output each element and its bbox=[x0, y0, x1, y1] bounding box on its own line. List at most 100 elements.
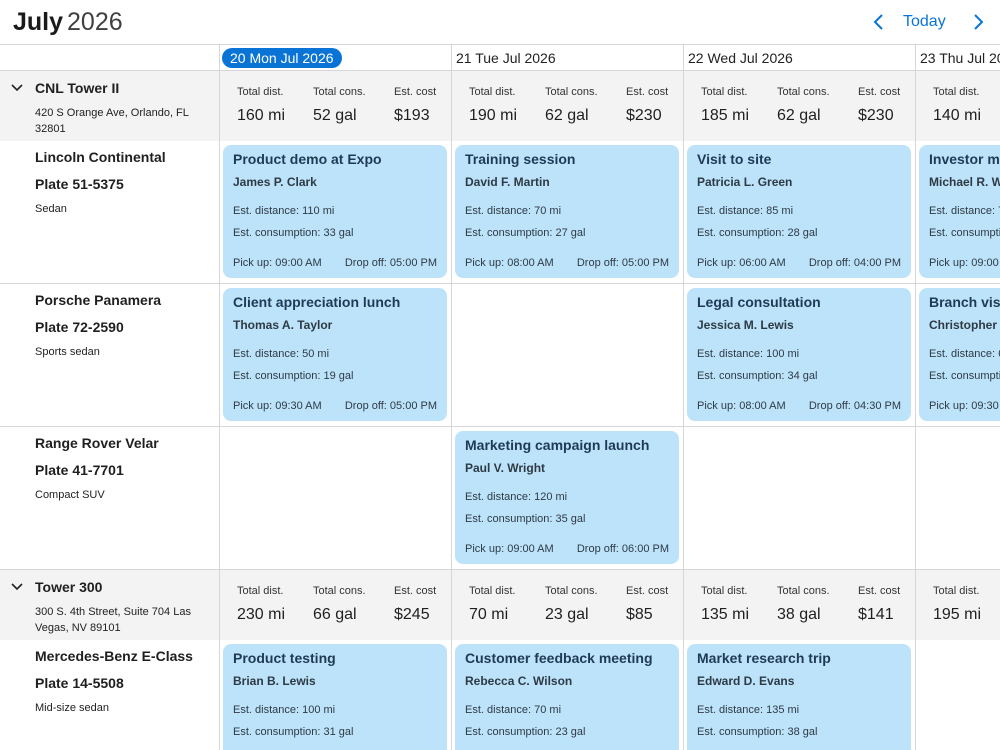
trip-card[interactable]: Market research trip Edward D. Evans Est. … bbox=[687, 644, 911, 750]
trip-distance-value: 70 mi bbox=[534, 205, 562, 217]
trip-consumption: Est. consumption: 27 gal bbox=[465, 227, 585, 239]
trip-title: Client appreciation lunch bbox=[233, 294, 401, 310]
trip-consumption-label: Est. consumption: bbox=[697, 726, 785, 738]
total-dist-value: 70 mi bbox=[469, 606, 509, 623]
trip-dropoff-value: 06:00 PM bbox=[621, 543, 669, 555]
month-label: July bbox=[13, 8, 64, 36]
trip-distance-label: Est. distance: bbox=[697, 205, 764, 217]
trip-distance: Est. distance: 70 mi bbox=[465, 704, 561, 716]
trip-dropoff-value: 05:00 PM bbox=[621, 257, 669, 269]
total-dist-value: 195 mi bbox=[933, 606, 982, 623]
trip-title: Legal consultation bbox=[697, 294, 821, 310]
total-dist-value: 230 mi bbox=[237, 606, 286, 623]
trip-card[interactable]: Training session David F. Martin Est. dist… bbox=[455, 145, 679, 278]
column-divider bbox=[683, 71, 684, 141]
trip-distance-value: 110 mi bbox=[302, 205, 335, 217]
total-cost-value: $230 bbox=[626, 107, 662, 124]
trip-card[interactable]: Legal consultation Jessica M. Lewis Est. d… bbox=[687, 288, 911, 421]
trip-consumption: Est. consumption: 28 gal bbox=[697, 227, 817, 239]
trip-pickup: Pick up: 09:30 AM bbox=[929, 400, 1000, 412]
trip-consumption-label: Est. consumption: bbox=[465, 726, 553, 738]
trip-pickup-label: Pick up: bbox=[233, 400, 273, 412]
total-cost-value: $141 bbox=[858, 606, 894, 623]
trip-driver: Edward D. Evans bbox=[697, 674, 795, 688]
total-cost-value: $230 bbox=[858, 107, 894, 124]
column-divider bbox=[915, 71, 916, 141]
trip-pickup-value: 08:00 AM bbox=[507, 257, 554, 269]
trip-title: Investor meeting bbox=[929, 151, 1000, 167]
trip-pickup: Pick up: 08:00 AM bbox=[465, 257, 554, 269]
trip-pickup-value: 09:00 AM bbox=[275, 257, 322, 269]
trip-pickup-value: 06:00 AM bbox=[739, 257, 786, 269]
chevron-down-icon[interactable] bbox=[10, 580, 24, 594]
trip-distance-value: 135 mi bbox=[766, 704, 800, 716]
trip-title: Product testing bbox=[233, 650, 336, 666]
day-header[interactable]: 21 Tue Jul 2026 bbox=[456, 44, 688, 70]
trip-dropoff-label: Drop off: bbox=[576, 543, 619, 555]
today-button[interactable]: Today bbox=[903, 13, 946, 31]
trip-card[interactable]: Product testing Brian B. Lewis Est. distan… bbox=[223, 644, 447, 750]
trip-pickup-label: Pick up: bbox=[697, 257, 737, 269]
calendar-toolbar: July 2026 Today bbox=[0, 0, 1000, 45]
day-header[interactable]: 23 Thu Jul 2026 bbox=[920, 44, 1000, 70]
trip-consumption: Est. consumption: 34 gal bbox=[697, 370, 817, 382]
column-divider bbox=[219, 71, 220, 141]
chevron-right-icon[interactable] bbox=[967, 11, 989, 33]
day-header[interactable]: 20 Mon Jul 2026 bbox=[222, 44, 454, 70]
total-cons-label: Total cons. bbox=[777, 86, 830, 98]
trip-consumption-label: Est. consumption: bbox=[929, 370, 1000, 382]
total-cons-value: 23 gal bbox=[545, 606, 589, 623]
chevron-left-icon[interactable] bbox=[868, 11, 890, 33]
column-divider bbox=[219, 570, 220, 640]
trip-consumption: Est. consumption: 33 gal bbox=[233, 227, 353, 239]
trip-consumption-label: Est. consumption: bbox=[929, 227, 1000, 239]
trip-pickup-label: Pick up: bbox=[465, 257, 505, 269]
trip-distance-label: Est. distance: bbox=[465, 491, 532, 503]
trip-card[interactable]: Investor meeting Michael R. W Est. distanc… bbox=[919, 145, 1000, 278]
trip-card[interactable]: Marketing campaign launch Paul V. Wright E… bbox=[455, 431, 679, 564]
trip-distance: Est. distance: 70 mi bbox=[929, 205, 1000, 217]
vehicle-plate: Plate 72-2590 bbox=[35, 319, 124, 335]
trip-distance: Est. distance: 100 mi bbox=[697, 348, 799, 360]
trip-dropoff-label: Drop off: bbox=[344, 400, 387, 412]
trip-distance-label: Est. distance: bbox=[465, 704, 532, 716]
trip-card[interactable]: Visit to site Patricia L. Green Est. dista… bbox=[687, 145, 911, 278]
trip-dropoff: Drop off: 04:00 PM bbox=[809, 257, 901, 269]
row-divider bbox=[0, 426, 1000, 427]
trip-card[interactable]: Client appreciation lunch Thomas A. Taylo… bbox=[223, 288, 447, 421]
trip-distance: Est. distance: 100 mi bbox=[233, 704, 335, 716]
day-header[interactable]: 22 Wed Jul 2026 bbox=[688, 44, 920, 70]
trip-pickup: Pick up: 06:00 AM bbox=[697, 257, 786, 269]
trip-dropoff-value: 04:30 PM bbox=[853, 400, 901, 412]
total-cons-label: Total cons. bbox=[313, 86, 366, 98]
trip-distance: Est. distance: 120 mi bbox=[465, 491, 567, 503]
trip-driver: David F. Martin bbox=[465, 175, 550, 189]
vehicle-plate: Plate 51-5375 bbox=[35, 176, 124, 192]
trip-card[interactable]: Branch visit Christopher N Est. distance: … bbox=[919, 288, 1000, 421]
trip-title: Customer feedback meeting bbox=[465, 650, 653, 666]
trip-distance: Est. distance: 70 mi bbox=[465, 205, 561, 217]
vehicle-name: Range Rover Velar bbox=[35, 435, 159, 451]
location-address: 300 S. 4th Street, Suite 704 Las Vegas, … bbox=[35, 606, 191, 634]
trip-driver: Patricia L. Green bbox=[697, 175, 793, 189]
trip-pickup-value: 09:30 AM bbox=[971, 400, 1000, 412]
year-label: 2026 bbox=[67, 8, 123, 36]
trip-card[interactable]: Customer feedback meeting Rebecca C. Wils… bbox=[455, 644, 679, 750]
trip-card[interactable]: Product demo at Expo James P. Clark Est. d… bbox=[223, 145, 447, 278]
trip-consumption-label: Est. consumption: bbox=[233, 370, 321, 382]
trip-distance-label: Est. distance: bbox=[929, 348, 996, 360]
trip-pickup-value: 08:00 AM bbox=[739, 400, 786, 412]
location-name: Tower 300 bbox=[35, 579, 103, 595]
total-dist-value: 160 mi bbox=[237, 107, 286, 124]
trip-driver: Christopher N bbox=[929, 318, 1000, 332]
column-divider bbox=[451, 71, 452, 141]
trip-distance-label: Est. distance: bbox=[465, 205, 532, 217]
trip-dropoff-label: Drop off: bbox=[576, 257, 619, 269]
trip-consumption-label: Est. consumption: bbox=[233, 227, 321, 239]
trip-driver: James P. Clark bbox=[233, 175, 317, 189]
trip-pickup-value: 09:00 AM bbox=[507, 543, 554, 555]
trip-consumption: Est. consumption: 35 gal bbox=[465, 513, 585, 525]
chevron-down-icon[interactable] bbox=[10, 81, 24, 95]
trip-dropoff-value: 04:00 PM bbox=[853, 257, 901, 269]
total-dist-label: Total dist. bbox=[237, 585, 284, 597]
